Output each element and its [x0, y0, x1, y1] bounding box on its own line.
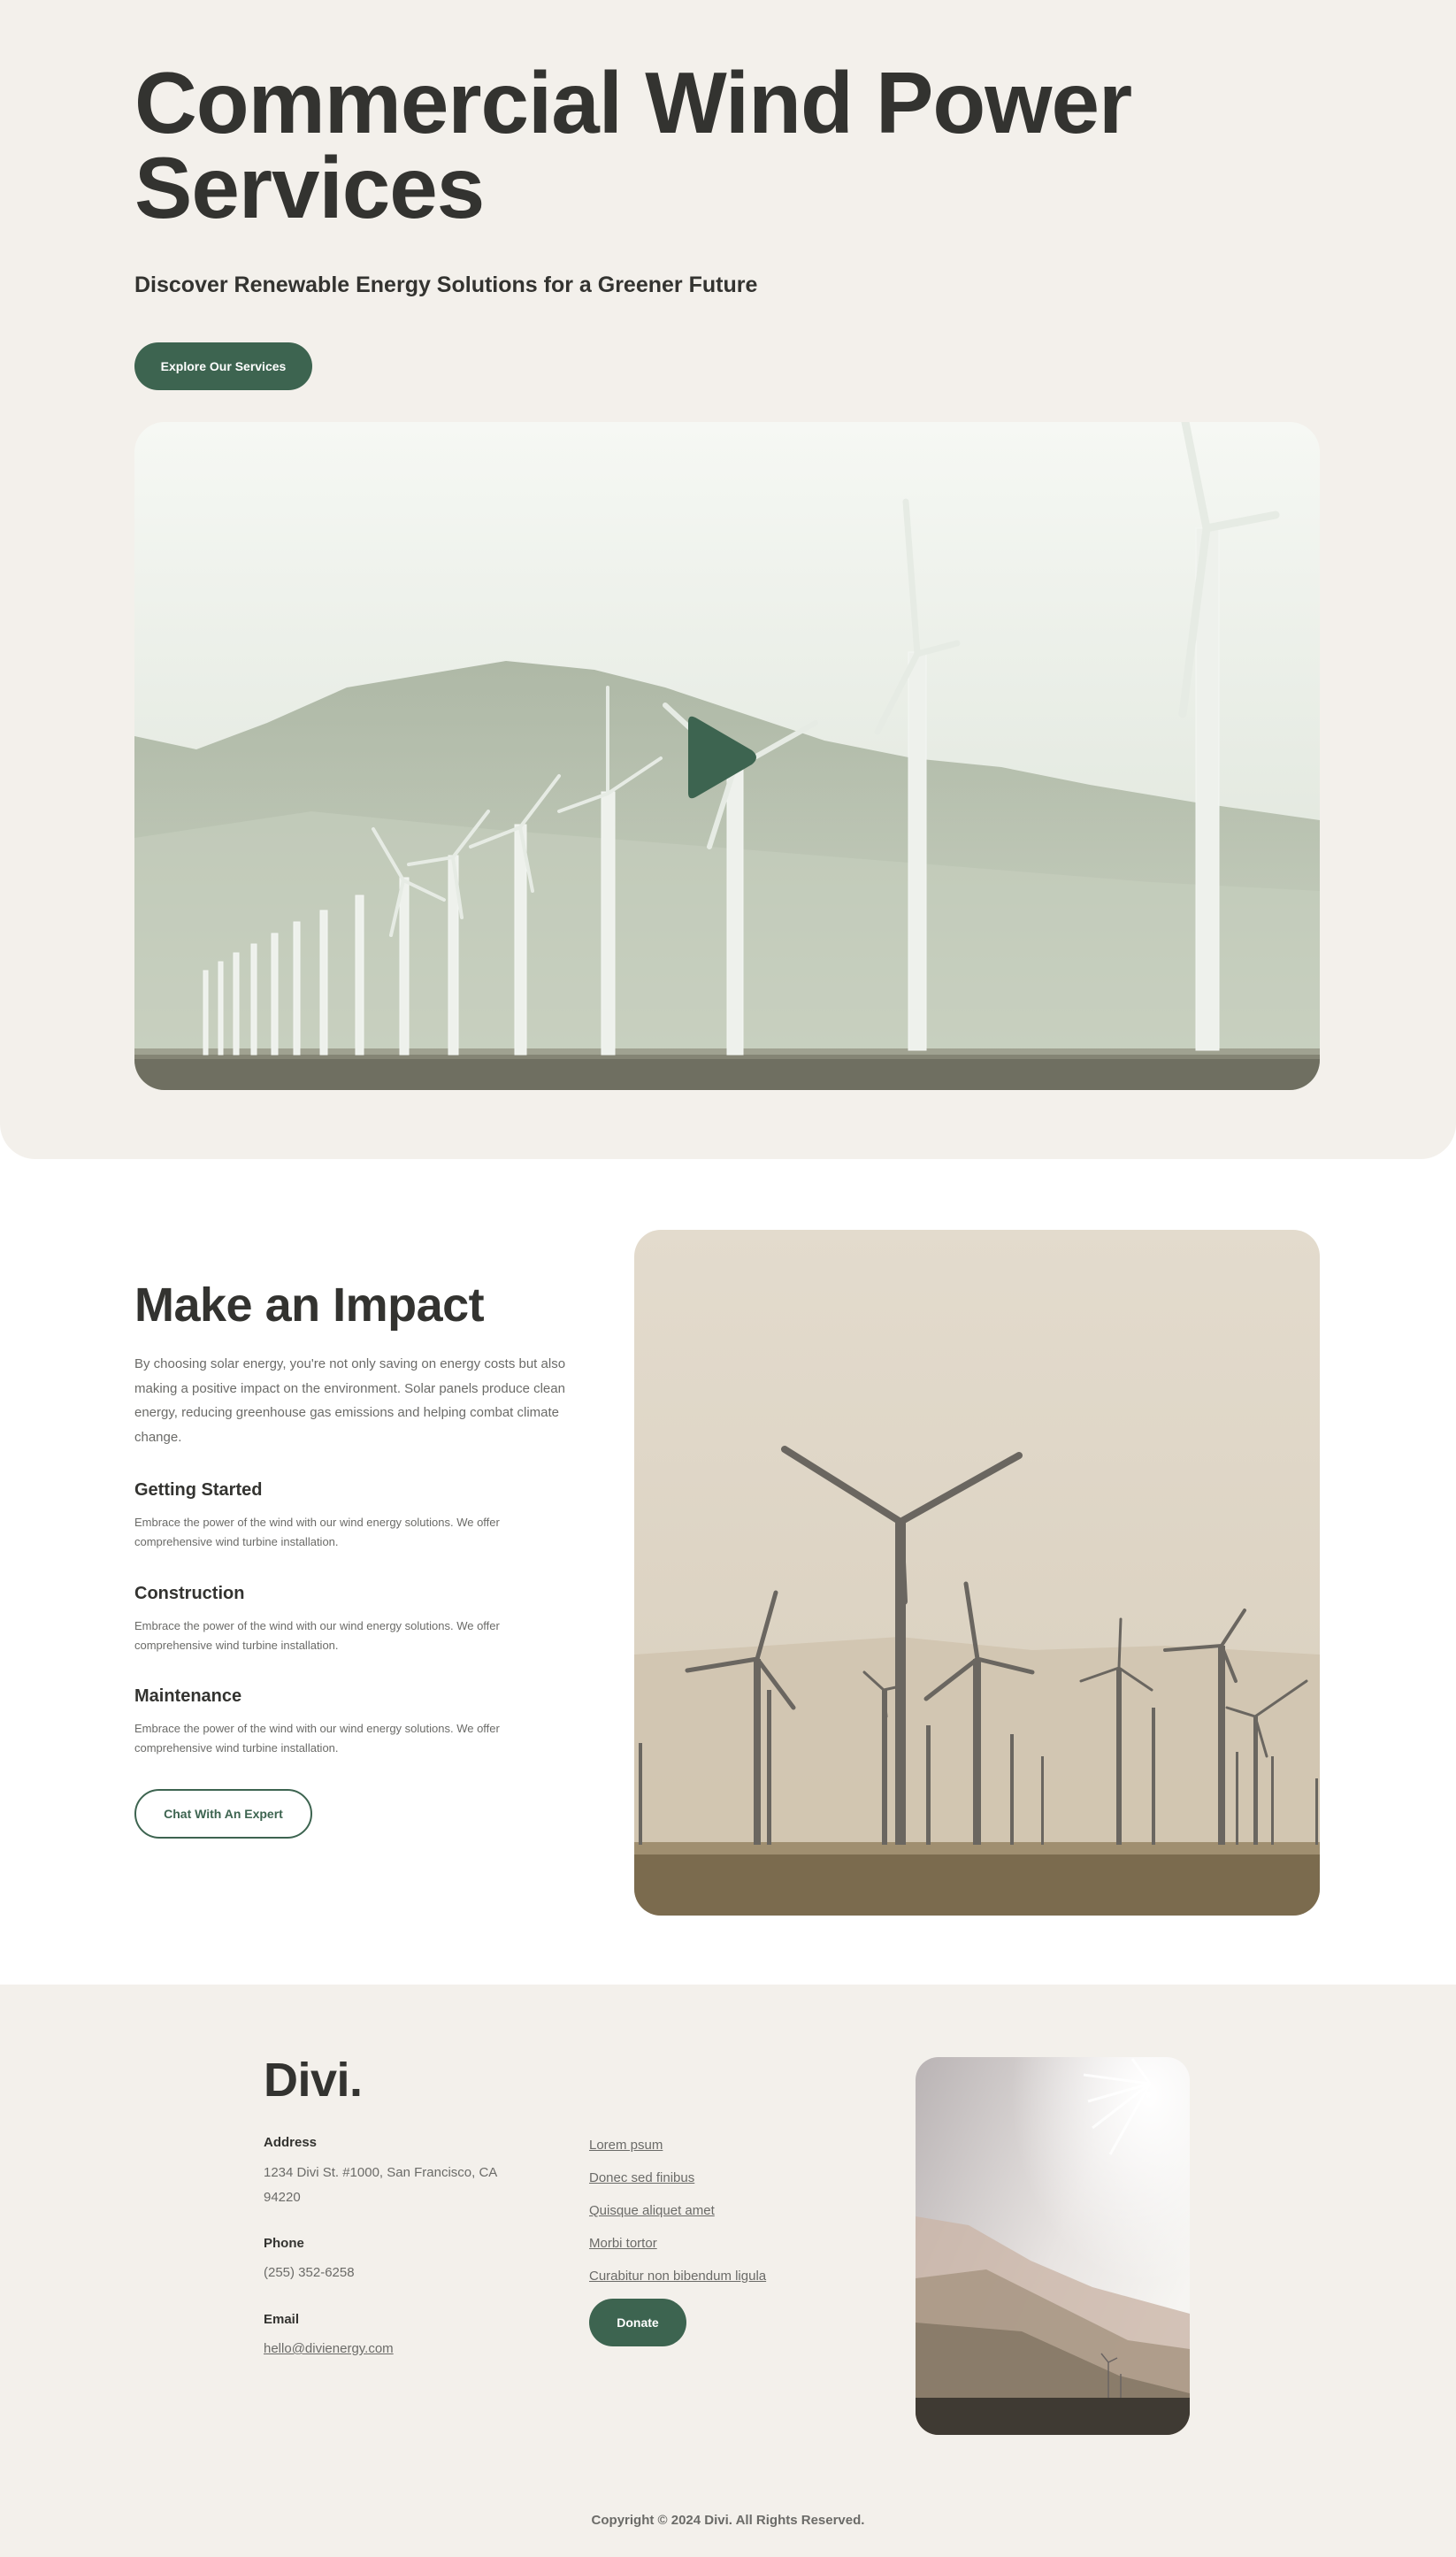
impact-title: Make an Impact	[134, 1278, 485, 1332]
footer-link[interactable]: Donec sed finibus	[589, 2170, 694, 2185]
play-icon[interactable]	[681, 713, 761, 802]
chat-expert-button[interactable]: Chat With An Expert	[134, 1789, 312, 1839]
feature-title: Maintenance	[134, 1686, 242, 1706]
phone-value: (255) 352-6258	[264, 2265, 355, 2280]
footer-logo[interactable]: Divi.	[264, 2053, 363, 2108]
email-link[interactable]: hello@divienergy.com	[264, 2337, 529, 2361]
explore-services-button[interactable]: Explore Our Services	[134, 342, 312, 390]
donate-button[interactable]: Donate	[589, 2299, 686, 2346]
address-label: Address	[264, 2135, 318, 2150]
wind-farm-image	[634, 1230, 1320, 1916]
phone-label: Phone	[264, 2236, 304, 2251]
feature-text: Embrace the power of the wind with our w…	[134, 1722, 500, 1755]
feature-text: Embrace the power of the wind with our w…	[134, 1619, 500, 1652]
hero-subtitle: Discover Renewable Energy Solutions for …	[134, 273, 758, 297]
hero-title: Commercial Wind Power Services	[134, 54, 1132, 236]
hero-section: Commercial Wind Power Services Discover …	[0, 0, 1456, 1159]
address-value: 1234 Divi St. #1000, San Francisco, CA 9…	[264, 2165, 497, 2205]
email-label: Email	[264, 2312, 300, 2327]
footer-link[interactable]: Morbi tortor	[589, 2236, 657, 2251]
footer-link[interactable]: Curabitur non bibendum ligula	[589, 2269, 766, 2284]
impact-description: By choosing solar energy, you're not onl…	[134, 1356, 566, 1445]
footer-landscape-image	[916, 2057, 1190, 2435]
copyright-text: Copyright © 2024 Divi. All Rights Reserv…	[591, 2513, 865, 2528]
footer-link[interactable]: Lorem psum	[589, 2138, 663, 2153]
feature-title: Construction	[134, 1584, 245, 1603]
feature-title: Getting Started	[134, 1480, 263, 1500]
footer-link[interactable]: Quisque aliquet amet	[589, 2203, 715, 2218]
feature-text: Embrace the power of the wind with our w…	[134, 1516, 500, 1548]
